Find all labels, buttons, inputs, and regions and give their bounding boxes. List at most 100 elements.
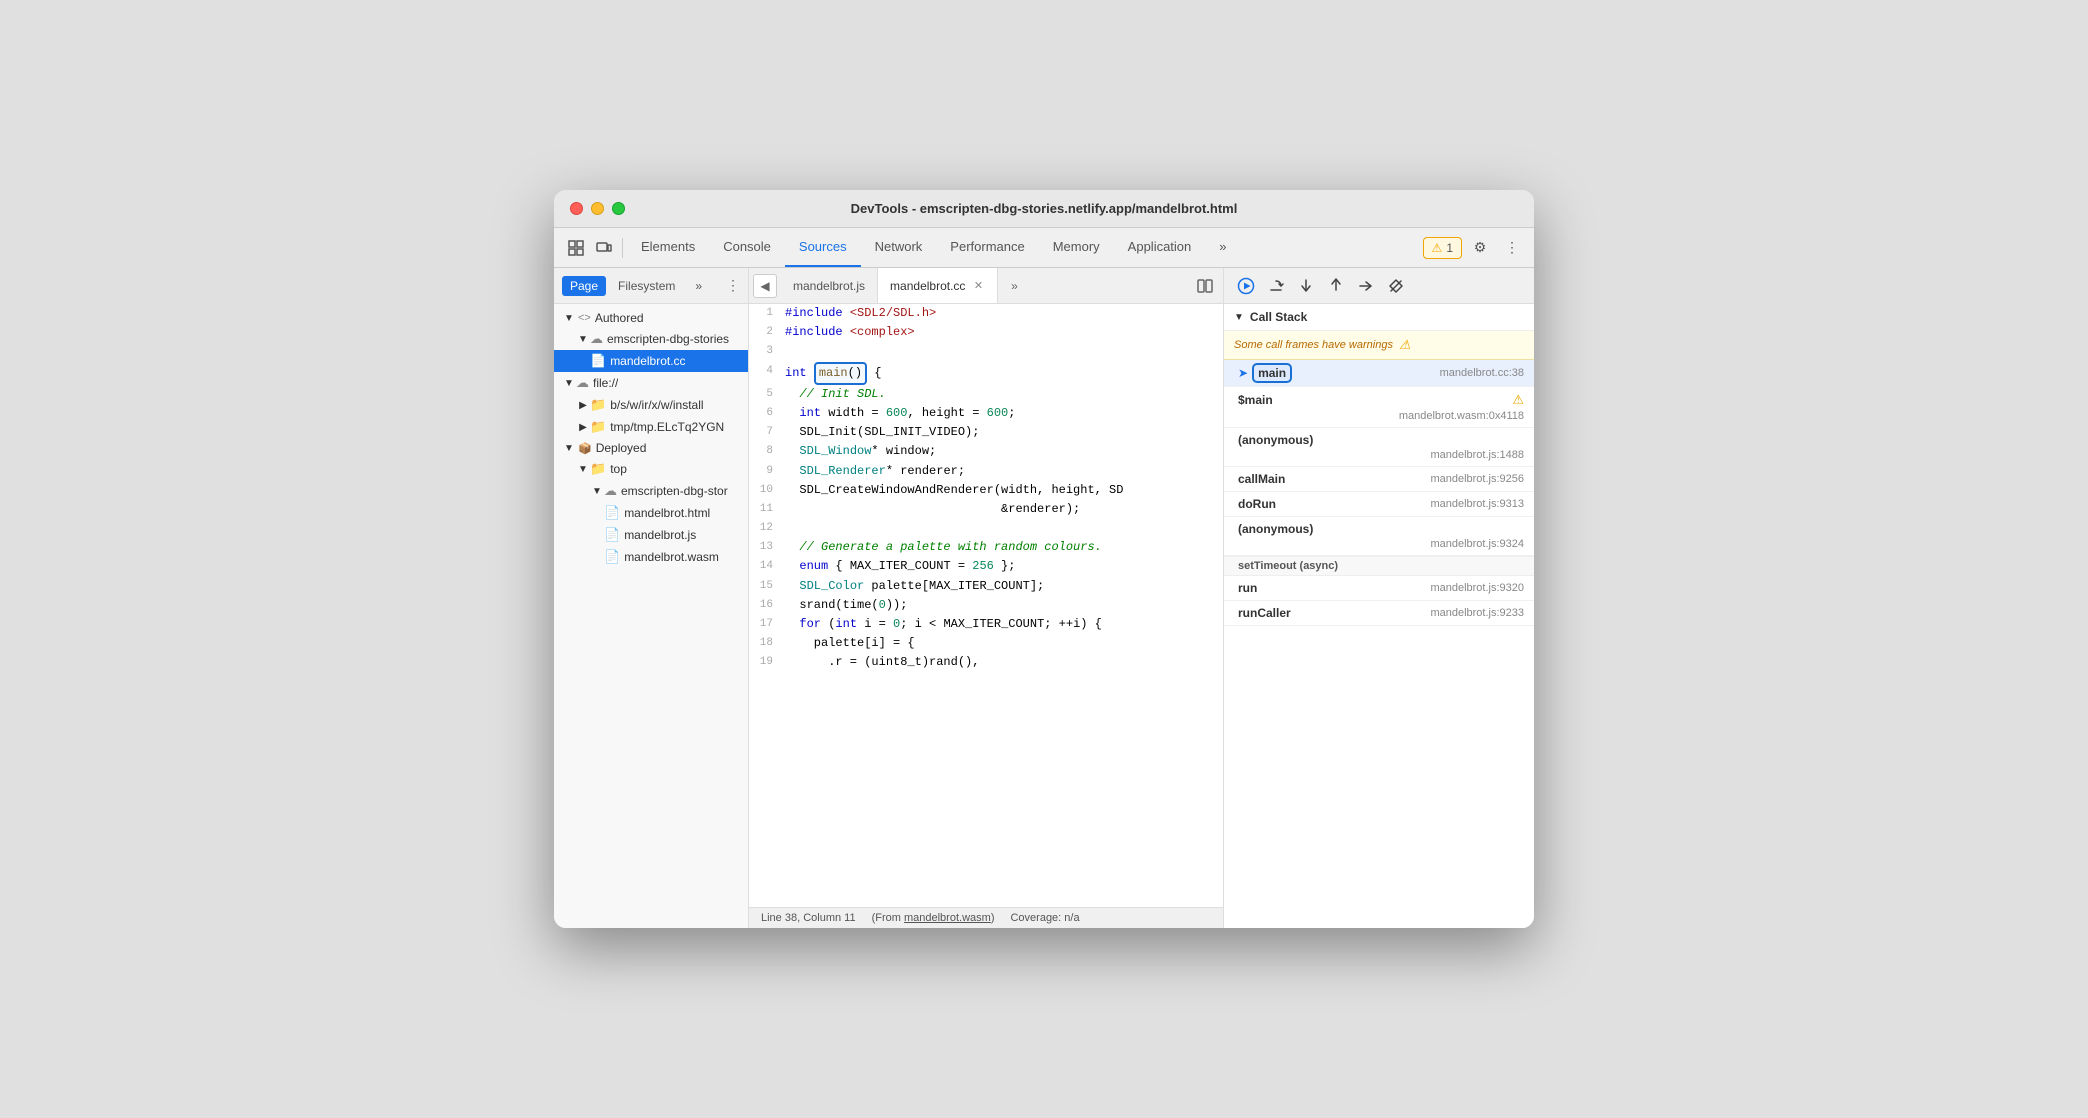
deactivate-button[interactable]	[1382, 272, 1410, 300]
arrow-emscripten: ▼	[576, 334, 590, 345]
authored-label: Authored	[595, 311, 644, 325]
arrow-deployed: ▼	[562, 443, 576, 454]
call-frame-smain-loc-row: mandelbrot.wasm:0x4118	[1238, 408, 1524, 422]
more-tabs-icon[interactable]: »	[1002, 274, 1026, 298]
call-frame-runcaller-name: runCaller	[1238, 606, 1291, 620]
toolbar-divider-1	[622, 238, 623, 258]
tree-item-emscripten-authored[interactable]: ▼ ☁ emscripten-dbg-stories	[554, 328, 748, 350]
tab-application[interactable]: Application	[1114, 228, 1206, 267]
tab-more[interactable]: »	[1205, 228, 1240, 267]
source-link[interactable]: mandelbrot.wasm	[904, 912, 991, 924]
device-toggle-icon[interactable]	[590, 234, 618, 262]
call-frame-smain-info: $main ⚠ mandelbrot.wasm:0x4118	[1238, 392, 1524, 422]
code-area[interactable]: 1 #include <SDL2/SDL.h> 2 #include <comp…	[749, 304, 1223, 907]
tree-item-mandelbrot-js[interactable]: 📄 mandelbrot.js	[554, 524, 748, 546]
tree-item-mandelbrot-html[interactable]: 📄 mandelbrot.html	[554, 502, 748, 524]
inspect-icon[interactable]	[562, 234, 590, 262]
call-frame-runcaller-row: runCaller mandelbrot.js:9233	[1238, 606, 1524, 620]
call-frame-anon2-info: (anonymous) mandelbrot.js:9324	[1238, 522, 1524, 550]
code-line-8: 8 SDL_Window* window;	[749, 442, 1223, 461]
call-stack-header[interactable]: ▼ Call Stack	[1224, 304, 1534, 331]
code-line-14: 14 enum { MAX_ITER_COUNT = 256 };	[749, 557, 1223, 576]
mandelbrot-js-label: mandelbrot.js	[624, 528, 696, 542]
tab-network[interactable]: Network	[861, 228, 937, 267]
tree-item-mandelbrot-wasm[interactable]: 📄 mandelbrot.wasm	[554, 546, 748, 568]
call-stack-arrow: ▼	[1234, 312, 1244, 323]
tab-mandelbrot-cc[interactable]: mandelbrot.cc ✕	[878, 268, 998, 303]
tab-mandelbrot-js[interactable]: mandelbrot.js	[781, 268, 878, 303]
tree-item-mandelbrot-cc[interactable]: 📄 mandelbrot.cc	[554, 350, 748, 372]
tab-more-files[interactable]: »	[687, 276, 710, 296]
call-frame-main-row: main mandelbrot.cc:38	[1254, 365, 1524, 381]
step-into-button[interactable]	[1292, 272, 1320, 300]
step-out-button[interactable]	[1322, 272, 1350, 300]
deployed-icon: 📦	[578, 442, 592, 455]
cloud-icon-authored: ☁	[590, 331, 603, 347]
tab-console[interactable]: Console	[709, 228, 785, 267]
right-panel: ▼ Call Stack Some call frames have warni…	[1224, 268, 1534, 928]
call-frame-dorun[interactable]: doRun mandelbrot.js:9313	[1224, 492, 1534, 517]
tab-elements[interactable]: Elements	[627, 228, 709, 267]
call-stack-panel: ▼ Call Stack Some call frames have warni…	[1224, 304, 1534, 928]
status-bar: Line 38, Column 11 (From mandelbrot.wasm…	[749, 907, 1223, 928]
mandelbrot-cc-tab-label: mandelbrot.cc	[890, 279, 965, 293]
call-frame-anon1[interactable]: (anonymous) mandelbrot.js:1488	[1224, 428, 1534, 467]
call-frame-runcaller-info: runCaller mandelbrot.js:9233	[1238, 606, 1524, 620]
call-frame-smain[interactable]: $main ⚠ mandelbrot.wasm:0x4118	[1224, 387, 1534, 428]
minimize-button[interactable]	[591, 202, 604, 215]
call-frame-callmain[interactable]: callMain mandelbrot.js:9256	[1224, 467, 1534, 492]
settings-icon[interactable]: ⚙	[1466, 234, 1494, 262]
split-editor-icon[interactable]	[1191, 272, 1219, 300]
tree-item-fileuri[interactable]: ▼ ☁ file://	[554, 372, 748, 394]
toolbar-right: ⚠ 1 ⚙ ⋮	[1423, 234, 1526, 262]
tree-item-deployed[interactable]: ▼ 📦 Deployed	[554, 438, 748, 458]
call-frame-dorun-row: doRun mandelbrot.js:9313	[1238, 497, 1524, 511]
tab-performance[interactable]: Performance	[936, 228, 1038, 267]
install-label: b/s/w/ir/x/w/install	[610, 398, 703, 412]
tree-item-install[interactable]: ▶ 📁 b/s/w/ir/x/w/install	[554, 394, 748, 416]
devtools-window: DevTools - emscripten-dbg-stories.netlif…	[554, 190, 1534, 928]
tab-memory[interactable]: Memory	[1039, 228, 1114, 267]
smain-warning-icon: ⚠	[1512, 392, 1524, 408]
arrow-fileuri: ▼	[562, 378, 576, 389]
tab-page[interactable]: Page	[562, 276, 606, 296]
resume-button[interactable]	[1232, 272, 1260, 300]
close-button[interactable]	[570, 202, 583, 215]
arrow-tmp: ▶	[576, 422, 590, 433]
call-frame-smain-name: $main	[1238, 393, 1273, 407]
maximize-button[interactable]	[612, 202, 625, 215]
tree-item-emscripten-deployed[interactable]: ▼ ☁ emscripten-dbg-stor	[554, 480, 748, 502]
emscripten-deployed-label: emscripten-dbg-stor	[621, 484, 728, 498]
call-frame-runcaller[interactable]: runCaller mandelbrot.js:9233	[1224, 601, 1534, 626]
navigator-toggle[interactable]: ◀	[753, 274, 777, 298]
call-frame-run-info: run mandelbrot.js:9320	[1238, 581, 1524, 595]
tree-item-tmp[interactable]: ▶ 📁 tmp/tmp.ELcTq2YGN	[554, 416, 748, 438]
more-options-icon[interactable]: ⋮	[1498, 234, 1526, 262]
tree-item-top[interactable]: ▼ 📁 top	[554, 458, 748, 480]
code-line-1: 1 #include <SDL2/SDL.h>	[749, 304, 1223, 323]
code-line-4: 4 int main() {	[749, 362, 1223, 385]
warning-icon: ⚠	[1432, 241, 1443, 255]
tab-sources[interactable]: Sources	[785, 228, 861, 267]
file-icon-html: 📄	[604, 505, 620, 521]
file-tree: ▼ <> Authored ▼ ☁ emscripten-dbg-stories…	[554, 304, 748, 928]
step-button[interactable]	[1352, 272, 1380, 300]
call-frame-main[interactable]: ➤ main mandelbrot.cc:38	[1224, 360, 1534, 387]
warning-text: Some call frames have warnings	[1234, 339, 1393, 351]
call-frame-run[interactable]: run mandelbrot.js:9320	[1224, 576, 1534, 601]
call-frame-anon1-loc-row: mandelbrot.js:1488	[1238, 447, 1524, 461]
tab-filesystem[interactable]: Filesystem	[610, 276, 683, 296]
call-frame-main-name: main	[1254, 365, 1290, 381]
warning-badge[interactable]: ⚠ 1	[1423, 237, 1462, 259]
fileuri-label: file://	[593, 376, 618, 390]
tree-item-authored[interactable]: ▼ <> Authored	[554, 308, 748, 328]
step-over-button[interactable]	[1262, 272, 1290, 300]
call-frame-anon2[interactable]: (anonymous) mandelbrot.js:9324	[1224, 517, 1534, 556]
menu-icon[interactable]: ⋮	[726, 277, 740, 294]
top-label: top	[610, 462, 627, 476]
close-tab-icon[interactable]: ✕	[971, 279, 985, 293]
code-line-2: 2 #include <complex>	[749, 323, 1223, 342]
arrow-top: ▼	[576, 464, 590, 475]
file-icon-wasm: 📄	[604, 549, 620, 565]
tab-bar: Elements Console Sources Network Perform…	[627, 228, 1423, 267]
